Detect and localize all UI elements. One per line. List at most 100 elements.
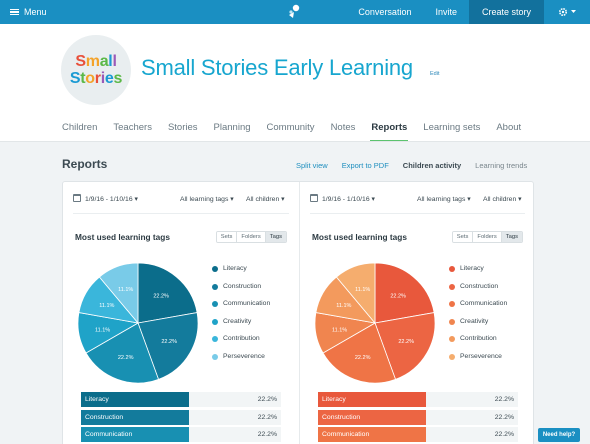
legend-dot [212, 266, 218, 272]
top-nav: Conversation Invite Create story [346, 0, 590, 24]
children-dropdown[interactable]: All children ▾ [483, 195, 522, 203]
tab-children[interactable]: Children [62, 122, 97, 140]
legend-item-construction: Construction [449, 283, 507, 301]
tab-notes[interactable]: Notes [331, 122, 356, 140]
tab-reports[interactable]: Reports [370, 122, 409, 142]
calendar-icon [310, 194, 318, 202]
tag-bar-value: 22.2% [494, 396, 514, 403]
legend-dot [212, 336, 218, 342]
pie-slice-label: 11.1% [95, 327, 110, 333]
legend-dot [449, 266, 455, 272]
school-avatar: Small Stories [61, 35, 131, 105]
tag-bar-row: Literacy 22.2% [318, 392, 518, 407]
tag-bar-label: Communication [322, 431, 370, 438]
chart-title: Most used learning tags [75, 232, 170, 242]
legend-dot [212, 301, 218, 307]
tag-bar-row: Construction 22.2% [318, 409, 518, 425]
legend-dot [449, 301, 455, 307]
children-dropdown[interactable]: All children ▾ [246, 195, 285, 203]
filter-row: 1/9/16 - 1/10/16 ▾ All learning tags ▾ A… [73, 192, 289, 206]
legend-item-literacy: Literacy [212, 265, 270, 283]
legend-item-perseverence: Perseverence [212, 353, 270, 371]
tag-bar-label: Construction [85, 413, 124, 421]
pie-slice-label: 22.2% [161, 339, 177, 345]
legend-label: Contribution [223, 335, 260, 342]
pie-slice-label: 11.1% [332, 327, 347, 333]
reports-title: Reports [62, 157, 108, 171]
date-range-dropdown[interactable]: 1/9/16 - 1/10/16 ▾ [85, 195, 138, 203]
need-help-button[interactable]: Need help? [538, 428, 580, 442]
pie-chart: 22.2% 22.2% 22.2% 11.1% 11.1% 11.1% [77, 262, 199, 384]
split-view-link[interactable]: Split view [296, 161, 328, 170]
legend-item-construction: Construction [212, 283, 270, 301]
pie-slice-label: 11.1% [99, 303, 114, 309]
calendar-icon [73, 194, 81, 202]
pie-slice-label: 22.2% [398, 339, 414, 345]
chevron-down-icon [571, 10, 576, 13]
learning-tags-value: All learning tags [180, 196, 229, 203]
learning-tags-dropdown[interactable]: All learning tags ▾ [417, 195, 471, 203]
top-bar: Menu Conversation Invite Create story [0, 0, 590, 24]
toggle-sets[interactable]: Sets [216, 232, 237, 242]
report-links: Split view Export to PDF Children activi… [296, 161, 527, 170]
report-panel: 1/9/16 - 1/10/16 ▾ All learning tags ▾ A… [63, 182, 299, 444]
chart-legend: Literacy Construction Communication Creativ… [449, 265, 507, 370]
pie-slice-label: 11.1% [118, 287, 133, 293]
export-pdf-link[interactable]: Export to PDF [342, 161, 389, 170]
children-activity-link[interactable]: Children activity [403, 161, 461, 170]
school-name: Small Stories Early Learning [141, 55, 413, 80]
learning-tags-dropdown[interactable]: All learning tags ▾ [180, 195, 234, 203]
tag-bar-row: Communication 22.2% [318, 427, 518, 442]
menu-button[interactable]: Menu [10, 0, 47, 24]
legend-item-perseverence: Perseverence [449, 353, 507, 371]
legend-dot [449, 283, 455, 290]
hamburger-icon [10, 8, 19, 16]
legend-item-literacy: Literacy [449, 265, 507, 283]
logo-text-stories: Stories [69, 70, 123, 87]
tab-community[interactable]: Community [267, 122, 315, 140]
tag-bar-value: 22.2% [257, 431, 277, 438]
legend-item-communication: Communication [449, 300, 507, 318]
tag-bar-label: Literacy [85, 396, 109, 403]
date-range-value: 1/9/16 - 1/10/16 [322, 196, 370, 203]
legend-dot [449, 318, 455, 325]
tab-about[interactable]: About [496, 122, 521, 140]
legend-item-creativity: Creativity [212, 318, 270, 336]
date-range-dropdown[interactable]: 1/9/16 - 1/10/16 ▾ [322, 195, 375, 203]
legend-label: Perseverence [460, 352, 502, 360]
nav-invite[interactable]: Invite [423, 0, 469, 24]
pie-slice-label: 22.2% [355, 355, 371, 361]
legend-item-contribution: Contribution [449, 335, 507, 353]
report-panels: 1/9/16 - 1/10/16 ▾ All learning tags ▾ A… [62, 181, 534, 444]
create-story-button[interactable]: Create story [468, 0, 544, 24]
tab-planning[interactable]: Planning [214, 122, 251, 140]
legend-label: Literacy [460, 265, 484, 272]
legend-dot [212, 353, 218, 360]
section-tabs: Children Teachers Stories Planning Commu… [62, 122, 521, 142]
tag-bars: Literacy 22.2% Construction 22.2% Communicat… [81, 392, 281, 444]
legend-label: Perseverence [223, 352, 265, 360]
tab-stories[interactable]: Stories [168, 122, 198, 140]
toggle-tags[interactable]: Tags [264, 232, 286, 242]
app-logo-icon[interactable] [285, 3, 303, 21]
settings-menu[interactable] [544, 0, 590, 24]
toggle-sets[interactable]: Sets [452, 232, 473, 242]
tag-bar-row: Communication 22.2% [81, 427, 281, 442]
tag-bars: Literacy 22.2% Construction 22.2% Communicat… [318, 392, 518, 444]
legend-label: Creativity [223, 317, 252, 325]
legend-item-contribution: Contribution [212, 335, 270, 353]
legend-label: Contribution [460, 335, 497, 342]
chart-title: Most used learning tags [312, 232, 407, 242]
legend-dot [212, 318, 218, 325]
tab-teachers[interactable]: Teachers [113, 122, 152, 140]
pie-slice-label: 22.2% [153, 293, 169, 299]
learning-trends-link[interactable]: Learning trends [475, 161, 527, 170]
edit-link[interactable]: Edit [430, 71, 439, 77]
legend-label: Creativity [460, 317, 489, 325]
toggle-folders[interactable]: Folders [236, 232, 265, 242]
tab-learning-sets[interactable]: Learning sets [423, 122, 480, 140]
toggle-folders[interactable]: Folders [472, 232, 501, 242]
toggle-tags[interactable]: Tags [500, 232, 522, 242]
legend-label: Communication [460, 300, 508, 307]
nav-conversation[interactable]: Conversation [346, 0, 423, 24]
